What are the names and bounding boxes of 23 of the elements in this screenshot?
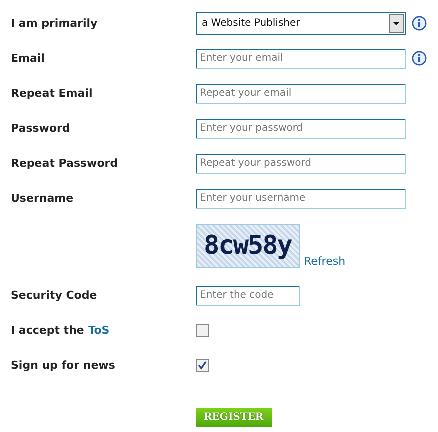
field-label: Sign up for news xyxy=(11,359,116,372)
input-field[interactable]: Enter the code xyxy=(196,286,300,306)
dropdown[interactable]: a Website Publisher xyxy=(196,12,406,35)
input-field[interactable]: Repeat your email xyxy=(196,84,406,104)
captcha-image: 8cw58y xyxy=(196,224,300,268)
refresh-link[interactable]: Refresh xyxy=(304,255,346,268)
checkbox[interactable] xyxy=(196,324,209,337)
field-label: I am primarily xyxy=(11,17,99,30)
info-icon[interactable] xyxy=(412,51,427,66)
input-field[interactable]: Enter your username xyxy=(196,188,406,208)
field-label: Repeat Password xyxy=(11,157,120,170)
field-label: I accept the ToS xyxy=(11,324,111,337)
field-label: Password xyxy=(11,122,72,135)
input-field[interactable]: Repeat your password xyxy=(196,154,406,174)
field-label: Repeat Email xyxy=(11,87,94,100)
checkbox[interactable] xyxy=(196,359,209,372)
input-field[interactable]: Enter your email xyxy=(196,48,406,68)
info-icon[interactable] xyxy=(412,16,427,31)
field-label: Email xyxy=(11,52,46,65)
field-label: Username xyxy=(11,192,75,205)
tos-link[interactable]: ToS xyxy=(88,324,110,337)
field-label: Security Code xyxy=(11,289,98,302)
input-field[interactable]: Enter your password xyxy=(196,118,406,138)
